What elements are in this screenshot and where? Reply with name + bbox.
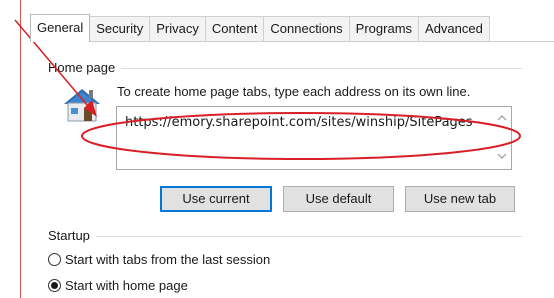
tab-security[interactable]: Security <box>89 16 151 41</box>
tab-strip: General Security Privacy Content Connect… <box>30 14 490 42</box>
house-icon <box>64 89 100 122</box>
home-page-instructions: To create home page tabs, type each addr… <box>117 84 471 99</box>
startup-group-rule <box>48 236 522 237</box>
use-new-tab-button[interactable]: Use new tab <box>405 186 515 212</box>
radio-last-session-circle[interactable] <box>48 252 61 266</box>
tab-general[interactable]: General <box>30 14 91 42</box>
radio-home-page-circle[interactable] <box>48 278 61 292</box>
home-page-url-textarea[interactable]: https://emory.sharepoint.com/sites/winsh… <box>116 106 512 170</box>
use-default-button[interactable]: Use default <box>283 186 394 212</box>
radio-last-session[interactable]: Start with tabs from the last session <box>48 249 270 269</box>
tab-privacy[interactable]: Privacy <box>149 16 206 41</box>
home-page-group-label: Home page <box>48 60 122 75</box>
chevron-down-icon[interactable] <box>496 151 508 161</box>
page-margin-line <box>20 0 21 298</box>
tab-content[interactable]: Content <box>204 16 265 41</box>
chevron-up-icon[interactable] <box>496 113 508 123</box>
tab-underline <box>30 41 554 42</box>
tab-connections[interactable]: Connections <box>263 16 350 41</box>
url-box-scrollbar[interactable] <box>493 107 511 169</box>
tab-programs[interactable]: Programs <box>348 16 420 41</box>
tab-advanced[interactable]: Advanced <box>418 16 490 41</box>
radio-home-page-label: Start with home page <box>65 277 188 293</box>
radio-last-session-label: Start with tabs from the last session <box>65 251 271 267</box>
use-current-button[interactable]: Use current <box>160 186 272 212</box>
radio-home-page[interactable]: Start with home page <box>48 275 188 295</box>
home-page-url-value: https://emory.sharepoint.com/sites/winsh… <box>125 115 473 130</box>
startup-group-label: Startup <box>48 228 96 243</box>
